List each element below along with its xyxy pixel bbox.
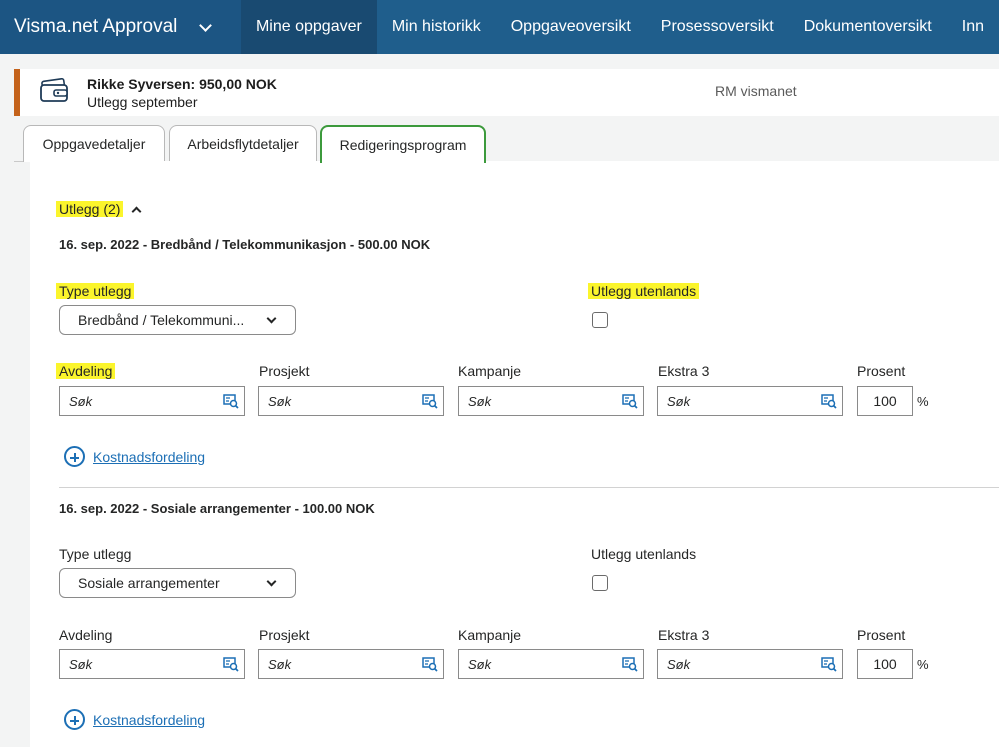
ekstra3-lookup[interactable]: Søk (657, 649, 843, 679)
type-utlegg-select[interactable]: Sosiale arrangementer (59, 568, 296, 598)
main-nav: Mine oppgaver Min historikk Oppgaveovers… (240, 0, 999, 54)
avdeling-lookup[interactable]: Søk (59, 386, 245, 416)
kampanje-placeholder: Søk (468, 656, 492, 672)
expense-title: 16. sep. 2022 - Bredbånd / Telekommunika… (59, 237, 431, 252)
app-switcher[interactable]: Visma.net Approval (0, 0, 241, 54)
lookup-search-icon[interactable] (223, 657, 239, 672)
task-org: RM vismanet (715, 83, 797, 99)
kampanje-placeholder: Søk (468, 393, 492, 409)
kampanje-lookup[interactable]: Søk (458, 386, 644, 416)
expenses-section-toggle[interactable]: Utlegg (2) (56, 201, 142, 217)
prosent-label: Prosent (857, 363, 906, 379)
prosjekt-lookup[interactable]: Søk (258, 386, 444, 416)
prosjekt-placeholder: Søk (268, 656, 292, 672)
ekstra3-label: Ekstra 3 (658, 363, 710, 379)
app-title: Visma.net Approval (14, 16, 178, 37)
type-utlegg-label: Type utlegg (56, 283, 135, 299)
nav-item-min-historikk[interactable]: Min historikk (377, 0, 496, 54)
tab-oppgavedetaljer[interactable]: Oppgavedetaljer (23, 125, 165, 162)
lookup-search-icon[interactable] (422, 657, 438, 672)
lookup-search-icon[interactable] (821, 657, 837, 672)
kampanje-label: Kampanje (458, 363, 522, 379)
lookup-search-icon[interactable] (422, 394, 438, 409)
utlegg-utenlands-label: Utlegg utenlands (591, 546, 697, 562)
chevron-up-icon (132, 206, 142, 217)
kampanje-lookup[interactable]: Søk (458, 649, 644, 679)
kostnadsfordeling-action[interactable]: Kostnadsfordeling (64, 446, 205, 467)
prosjekt-placeholder: Søk (268, 393, 292, 409)
ekstra3-placeholder: Søk (667, 393, 691, 409)
kostnadsfordeling-link[interactable]: Kostnadsfordeling (93, 449, 205, 465)
type-utlegg-value: Sosiale arrangementer (78, 575, 220, 591)
avdeling-label: Avdeling (56, 363, 116, 379)
lookup-search-icon[interactable] (622, 394, 638, 409)
nav-item-mine-oppgaver[interactable]: Mine oppgaver (240, 0, 377, 54)
nav-item-oppgaveoversikt[interactable]: Oppgaveoversikt (496, 0, 646, 54)
chevron-down-icon (266, 313, 277, 324)
tab-redigeringsprogram[interactable]: Redigeringsprogram (320, 125, 486, 163)
utlegg-utenlands-checkbox[interactable] (592, 312, 608, 328)
plus-circle-icon[interactable] (64, 446, 85, 467)
section-label: Utlegg (2) (56, 201, 124, 217)
expense-title: 16. sep. 2022 - Sosiale arrangementer - … (59, 501, 375, 516)
prosent-input[interactable]: 100 (857, 386, 913, 416)
expense-divider (59, 487, 999, 488)
plus-circle-icon[interactable] (64, 709, 85, 730)
percent-sign: % (917, 394, 929, 409)
chevron-down-icon (266, 576, 277, 587)
avdeling-placeholder: Søk (69, 393, 93, 409)
utlegg-utenlands-checkbox[interactable] (592, 575, 608, 591)
top-nav-bar: Visma.net Approval Mine oppgaver Min his… (0, 0, 999, 54)
ekstra3-lookup[interactable]: Søk (657, 386, 843, 416)
task-header: Rikke Syversen: 950,00 NOK Utlegg septem… (14, 69, 999, 116)
nav-item-dokumentoversikt[interactable]: Dokumentoversikt (789, 0, 947, 54)
kampanje-label: Kampanje (458, 627, 522, 643)
type-utlegg-value: Bredbånd / Telekommuni... (78, 312, 245, 328)
tab-arbeidsflytdetaljer[interactable]: Arbeidsflytdetaljer (169, 125, 317, 162)
nav-item-prosessoversikt[interactable]: Prosessoversikt (646, 0, 789, 54)
tab-bar: Oppgavedetaljer Arbeidsflytdetaljer Redi… (14, 125, 999, 163)
wallet-icon (40, 78, 68, 102)
lookup-search-icon[interactable] (223, 394, 239, 409)
editor-panel: Utlegg (2) 16. sep. 2022 - Bredbånd / Te… (30, 161, 999, 747)
chevron-down-icon (199, 18, 213, 32)
prosjekt-label: Prosjekt (259, 627, 310, 643)
lookup-search-icon[interactable] (821, 394, 837, 409)
avdeling-label: Avdeling (59, 627, 113, 643)
utlegg-utenlands-label: Utlegg utenlands (588, 283, 700, 299)
type-utlegg-label: Type utlegg (59, 546, 132, 562)
kostnadsfordeling-action[interactable]: Kostnadsfordeling (64, 709, 205, 730)
ekstra3-placeholder: Søk (667, 656, 691, 672)
prosent-input[interactable]: 100 (857, 649, 913, 679)
ekstra3-label: Ekstra 3 (658, 627, 710, 643)
avdeling-lookup[interactable]: Søk (59, 649, 245, 679)
prosjekt-lookup[interactable]: Søk (258, 649, 444, 679)
prosjekt-label: Prosjekt (259, 363, 310, 379)
task-subtitle: Utlegg september (87, 94, 198, 110)
nav-item-inn[interactable]: Inn (947, 0, 999, 54)
percent-sign: % (917, 657, 929, 672)
avdeling-placeholder: Søk (69, 656, 93, 672)
prosent-label: Prosent (857, 627, 906, 643)
lookup-search-icon[interactable] (622, 657, 638, 672)
type-utlegg-select[interactable]: Bredbånd / Telekommuni... (59, 305, 296, 335)
task-title: Rikke Syversen: 950,00 NOK (87, 76, 277, 92)
kostnadsfordeling-link[interactable]: Kostnadsfordeling (93, 712, 205, 728)
